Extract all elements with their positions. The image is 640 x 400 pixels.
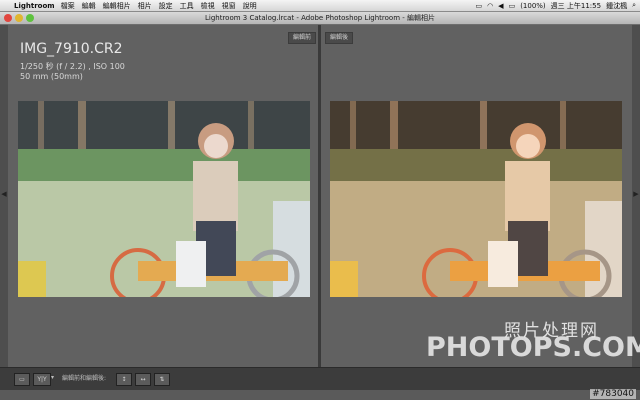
view-dropdown-icon[interactable]: ▾ <box>51 374 54 381</box>
menu-tools[interactable]: 工具 <box>180 1 194 11</box>
user-name[interactable]: 鍾沈楓 <box>606 1 627 11</box>
window-title: Lightroom 3 Catalog.lrcat - Adobe Photos… <box>204 14 436 22</box>
clock[interactable]: 週三 上午11:55 <box>551 1 601 11</box>
left-panel-toggle[interactable]: ◀ <box>0 25 8 367</box>
photo-filename: IMG_7910.CR2 <box>20 41 123 57</box>
menu-edit[interactable]: 編輯 <box>82 1 96 11</box>
right-panel-toggle[interactable]: ▶ <box>632 25 640 367</box>
after-photo[interactable] <box>330 101 622 297</box>
left-arrow-icon: ◀ <box>1 190 7 198</box>
battery-percent: (100%) <box>520 1 546 10</box>
airplay-icon[interactable]: ▭ <box>475 2 482 10</box>
menu-window[interactable]: 視窗 <box>222 1 236 11</box>
menu-develop[interactable]: 編輯相片 <box>103 1 131 11</box>
menu-file[interactable]: 檔案 <box>61 1 75 11</box>
right-arrow-icon: ▶ <box>633 190 639 198</box>
menu-view[interactable]: 檢視 <box>201 1 215 11</box>
photo-focal-length: 50 mm (50mm) <box>20 72 83 81</box>
bottom-toolbar: ▭ Y|Y ▾ 編輯前和編輯後: ↕ ↔ ⇅ <box>0 367 640 390</box>
photo-exposure: 1/250 秒 (f / 2.2) , ISO 100 <box>20 62 125 71</box>
loupe-view-icon: ▭ <box>19 376 25 383</box>
menu-photo[interactable]: 相片 <box>138 1 152 11</box>
volume-icon[interactable]: ◀ <box>498 2 503 10</box>
loupe-view-button[interactable]: ▭ <box>14 373 30 386</box>
wifi-icon[interactable]: ◠ <box>487 2 493 10</box>
before-after-label: 編輯前和編輯後: <box>62 375 107 382</box>
menu-bar: Lightroom 檔案 編輯 編輯相片 相片 設定 工具 檢視 視窗 說明 ▭… <box>0 0 640 12</box>
copy-before-to-after-button[interactable]: ↕ <box>116 373 132 386</box>
battery-icon[interactable]: ▭ <box>509 2 516 10</box>
window-titlebar: Lightroom 3 Catalog.lrcat - Adobe Photos… <box>0 12 640 25</box>
swap-before-after-button[interactable]: ⇅ <box>154 373 170 386</box>
before-after-view-button[interactable]: Y|Y <box>33 373 51 386</box>
watermark-english: PHOTOPS.COM <box>426 332 640 363</box>
before-badge: 編輯前 <box>288 32 317 44</box>
before-photo[interactable] <box>18 101 310 297</box>
app-menu[interactable]: Lightroom <box>14 2 55 10</box>
after-badge: 編輯後 <box>325 32 354 44</box>
menu-settings[interactable]: 設定 <box>159 1 173 11</box>
copy-after-to-before-button[interactable]: ↔ <box>135 373 151 386</box>
image-id-stamp: #783040 <box>590 389 636 399</box>
menu-help[interactable]: 說明 <box>243 1 257 11</box>
spotlight-icon[interactable]: ⌕ <box>632 1 636 10</box>
compare-divider[interactable] <box>318 25 321 367</box>
